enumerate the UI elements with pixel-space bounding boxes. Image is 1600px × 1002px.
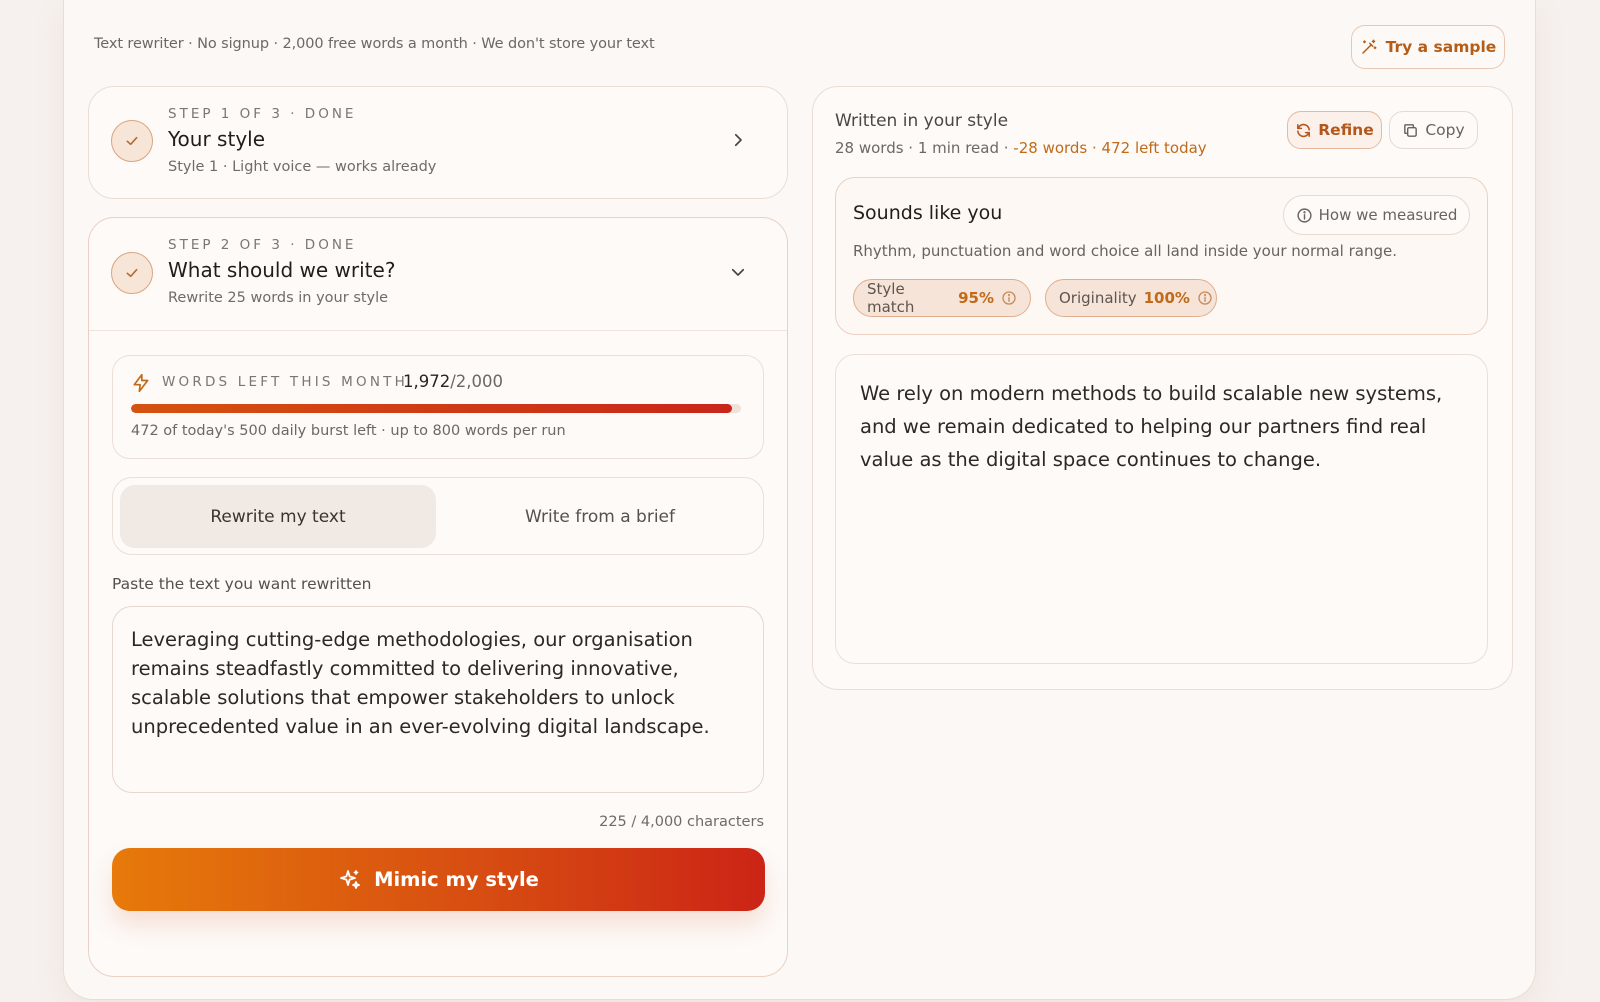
output-meta-stats: 28 words · 1 min read · <box>835 139 1014 157</box>
word-quota-panel: WORDS LEFT THIS MONTH 1,972/2,000 472 of… <box>112 355 764 459</box>
originality-label: Originality <box>1059 289 1137 307</box>
chevron-down-icon[interactable] <box>729 263 747 285</box>
quota-note: 472 of today's 500 daily burst left · up… <box>131 423 566 439</box>
originality-badge: Originality 100% <box>1045 279 1217 317</box>
originality-value: 100% <box>1143 289 1190 307</box>
how-we-measured-button[interactable]: How we measured <box>1283 195 1470 235</box>
step-2-check-icon <box>111 252 153 294</box>
app-window: Text rewriter · No signup · 2,000 free w… <box>63 0 1536 1000</box>
quota-count: 1,972/2,000 <box>403 372 503 391</box>
rewritten-text-output[interactable]: We rely on modern methods to build scala… <box>835 354 1488 664</box>
quota-label: WORDS LEFT THIS MONTH <box>162 374 408 390</box>
info-icon <box>1296 207 1313 224</box>
tagline: Text rewriter · No signup · 2,000 free w… <box>94 36 655 52</box>
style-match-label: Style match <box>867 280 915 316</box>
mimic-my-style-button[interactable]: Mimic my style <box>112 848 765 911</box>
step-2-subtitle: Rewrite 25 words in your style <box>168 290 389 306</box>
step-2-card: STEP 2 OF 3 · DONE What should we write?… <box>88 217 788 977</box>
refresh-icon <box>1295 122 1312 139</box>
try-sample-button[interactable]: Try a sample <box>1351 25 1505 69</box>
magic-wand-icon <box>1360 38 1378 56</box>
output-title: Written in your style <box>835 111 1009 131</box>
mode-toggle: Rewrite my text Write from a brief <box>112 477 764 555</box>
sparkles-icon <box>338 868 362 892</box>
step-1-subtitle: Style 1 · Light voice — works already <box>168 159 437 175</box>
quota-used: 1,972 <box>403 372 451 391</box>
style-match-value: 95% <box>958 289 994 307</box>
step-2-title: What should we write? <box>168 258 396 282</box>
refine-button[interactable]: Refine <box>1287 111 1382 149</box>
step-1-kicker: STEP 1 OF 3 · DONE <box>168 106 357 122</box>
quota-total: /2,000 <box>450 372 504 391</box>
tab-write-from-brief[interactable]: Write from a brief <box>442 485 758 548</box>
source-text-input[interactable]: Leveraging cutting-edge methodologies, o… <box>112 606 764 793</box>
originality-info-icon[interactable] <box>1197 290 1213 306</box>
quota-progress-fill <box>131 404 733 413</box>
how-we-measured-label: How we measured <box>1318 206 1458 224</box>
step-2-divider <box>89 330 787 331</box>
output-meta-delta: -28 words · 472 left today <box>1013 139 1207 157</box>
copy-icon <box>1402 122 1419 139</box>
lightning-icon <box>131 373 151 393</box>
sounds-description: Rhythm, punctuation and word choice all … <box>853 242 1398 260</box>
step-1-card[interactable]: STEP 1 OF 3 · DONE Your style Style 1 · … <box>88 86 788 199</box>
copy-button[interactable]: Copy <box>1389 111 1478 149</box>
output-meta: 28 words · 1 min read · -28 words · 472 … <box>835 139 1207 157</box>
step-1-check-icon <box>111 120 153 162</box>
try-sample-label: Try a sample <box>1385 38 1497 56</box>
copy-label: Copy <box>1425 121 1465 139</box>
style-analysis-panel: Sounds like you How we measured Rhythm, … <box>835 177 1488 335</box>
style-match-info-icon[interactable] <box>1001 290 1017 306</box>
style-match-badge: Style match 95% <box>853 279 1031 317</box>
step-2-kicker: STEP 2 OF 3 · DONE <box>168 237 357 253</box>
chevron-right-icon[interactable] <box>729 131 747 153</box>
sounds-like-you-title: Sounds like you <box>853 202 1003 224</box>
input-label: Paste the text you want rewritten <box>112 575 372 593</box>
quota-progress-bar <box>131 404 741 413</box>
output-card: Written in your style 28 words · 1 min r… <box>812 86 1513 690</box>
step-1-title: Your style <box>168 127 266 151</box>
refine-label: Refine <box>1318 121 1374 139</box>
character-count: 225 / 4,000 characters <box>599 814 764 830</box>
tab-rewrite-my-text[interactable]: Rewrite my text <box>120 485 436 548</box>
mimic-my-style-label: Mimic my style <box>374 868 539 891</box>
